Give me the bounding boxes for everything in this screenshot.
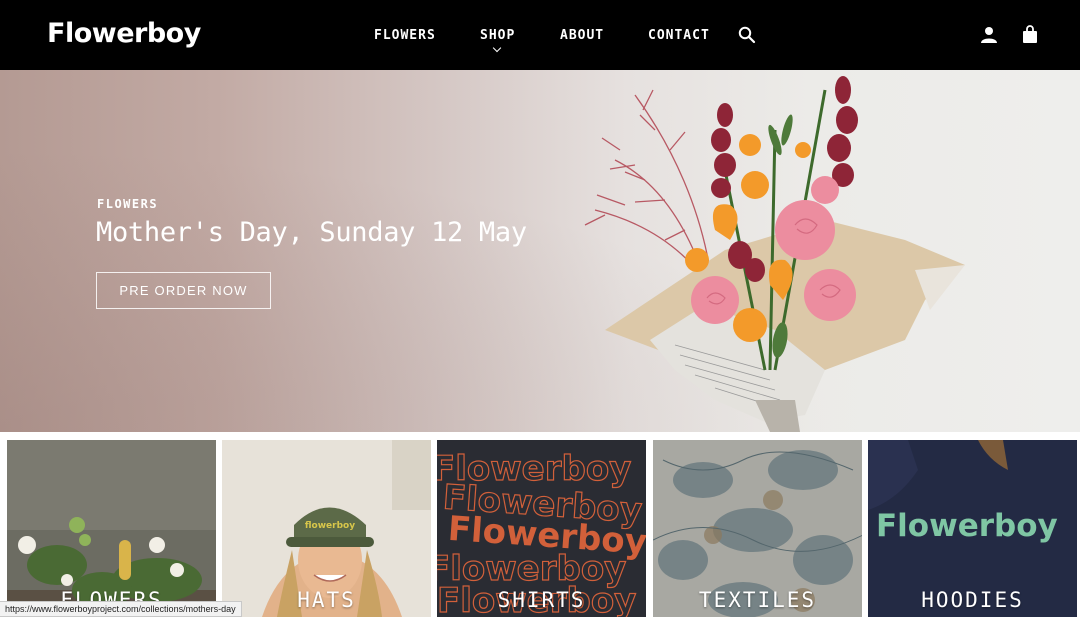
pre-order-button[interactable]: PRE ORDER NOW: [96, 272, 271, 309]
hero-title: Mother's Day, Sunday 12 May: [96, 217, 527, 248]
category-textiles[interactable]: TEXTILES: [653, 440, 862, 617]
hero-banner: FLOWERS Mother's Day, Sunday 12 May PRE …: [0, 70, 1080, 432]
category-label: SHIRTS: [497, 588, 586, 612]
cart-icon[interactable]: [1022, 25, 1038, 44]
bouquet-image: [584, 76, 965, 432]
category-flowers[interactable]: FLOWERS: [7, 440, 216, 617]
category-hats[interactable]: flowerboy HATS: [222, 440, 431, 617]
hoodie-print-text: Flowerboy: [876, 508, 1058, 544]
nav-contact[interactable]: CONTACT: [648, 28, 710, 44]
nav-shop[interactable]: SHOP: [480, 28, 515, 44]
search-icon[interactable]: [738, 26, 756, 44]
site-header: Flowerboy FLOWERS SHOP ABOUT CONTACT: [0, 0, 1080, 70]
category-shirts[interactable]: Flowerboy Flowerboy Flowerboy Flowerboy …: [437, 440, 646, 617]
category-hoodies[interactable]: Flowerboy HOODIES: [868, 440, 1077, 617]
hero-eyebrow: FLOWERS: [97, 197, 159, 211]
hat-logo-text: flowerboy: [305, 521, 355, 531]
nav-flowers[interactable]: FLOWERS: [374, 28, 436, 44]
logo[interactable]: Flowerboy: [47, 16, 201, 52]
chevron-down-icon: [492, 43, 502, 53]
category-label: TEXTILES: [698, 588, 817, 612]
account-icon[interactable]: [980, 26, 998, 44]
link-status-bar: https://www.flowerboyproject.com/collect…: [0, 601, 242, 617]
category-label: HOODIES: [921, 588, 1024, 612]
category-label: HATS: [297, 588, 356, 612]
nav-about[interactable]: ABOUT: [560, 28, 604, 44]
